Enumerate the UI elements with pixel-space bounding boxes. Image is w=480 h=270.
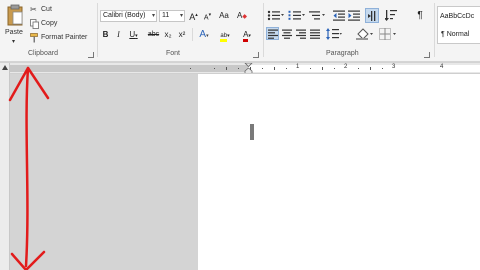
subscript-button[interactable]: x₂ [162, 29, 174, 40]
align-center-icon[interactable] [282, 29, 292, 39]
ruler-tick [250, 67, 251, 70]
format-painter-icon [30, 33, 38, 43]
ribbon: Paste ▾ ✂ Cut Copy Format Painter Clipbo… [0, 0, 480, 62]
change-case-button[interactable]: Aa [216, 10, 232, 21]
strikethrough-icon: abc [147, 31, 160, 38]
cut-label: Cut [41, 6, 52, 13]
ruler-tick [322, 67, 323, 70]
borders-icon[interactable] [379, 28, 397, 40]
red-double-arrow-annotation [8, 66, 50, 270]
arrow-head-bottom [10, 250, 46, 270]
shrink-font-button[interactable]: A▾ [201, 10, 214, 21]
chevron-down-icon: ▾ [179, 13, 183, 19]
clipboard-group: Paste ▾ ✂ Cut Copy Format Painter Clipbo… [0, 0, 98, 61]
text-cursor [250, 124, 254, 140]
decrease-indent-icon[interactable] [333, 10, 345, 21]
style-normal-label: ¶ Normal [441, 31, 470, 38]
ruler-tick [334, 68, 335, 69]
sort-icon[interactable] [385, 9, 398, 22]
ruler-tick [262, 68, 263, 69]
paragraph-group-label: Paragraph [326, 50, 359, 57]
align-right-icon[interactable] [296, 29, 306, 39]
ruler-number: 1 [296, 64, 300, 70]
font-size-select[interactable]: 11 ▾ [159, 10, 185, 22]
font-color-button[interactable]: A▾ [237, 29, 257, 42]
underline-button[interactable]: U▾ [126, 29, 141, 40]
paste-button[interactable]: Paste ▾ [2, 2, 28, 48]
font-group: Calibri (Body) ▾ 11 ▾ A▴ A▾ Aa A◆ B I U▾… [98, 0, 263, 61]
text-effects-button[interactable]: A▾ [196, 29, 212, 40]
bullets-icon[interactable] [267, 10, 284, 21]
strikethrough-button[interactable]: abc [146, 29, 161, 40]
style-normal-button[interactable]: AaBbCcDc ¶ Normal [437, 6, 480, 44]
format-painter-label: Format Painter [41, 34, 88, 41]
ruler-tick [358, 68, 359, 69]
text-direction-button[interactable] [365, 8, 379, 23]
font-name-select[interactable]: Calibri (Body) ▾ [100, 10, 157, 22]
ruler-tick [214, 68, 215, 69]
pilcrow-icon: ¶ [417, 10, 423, 21]
subscript-icon: x₂ [164, 30, 172, 39]
superscript-button[interactable]: x² [176, 29, 188, 40]
font-group-label: Font [166, 50, 181, 57]
copy-label: Copy [41, 20, 58, 27]
separator [434, 3, 435, 57]
format-painter-button[interactable]: Format Painter [30, 33, 96, 43]
font-dialog-launcher-icon[interactable] [253, 52, 259, 58]
copy-button[interactable]: Copy [30, 19, 90, 29]
ruler-tick [370, 67, 371, 70]
document-page[interactable] [198, 74, 480, 270]
align-left-icon [268, 29, 278, 39]
paragraph-dialog-launcher-icon[interactable] [424, 52, 430, 58]
ruler-tick [274, 67, 275, 70]
clear-formatting-button[interactable]: A◆ [235, 10, 249, 21]
font-size-value: 11 [162, 12, 170, 19]
font-name-value: Calibri (Body) [103, 12, 146, 19]
clipboard-dialog-launcher-icon[interactable] [88, 52, 94, 58]
line-spacing-icon[interactable] [326, 28, 342, 40]
ruler-tick [310, 68, 311, 69]
paste-icon [7, 4, 23, 26]
paste-label: Paste [5, 29, 23, 36]
cut-button[interactable]: ✂ Cut [30, 5, 90, 15]
ruler-tick [238, 68, 239, 69]
increase-indent-icon[interactable] [348, 10, 360, 21]
ruler-number: 2 [344, 64, 348, 70]
justify-icon[interactable] [310, 29, 320, 39]
separator [192, 28, 193, 41]
chevron-down-icon[interactable]: ▾ [12, 38, 15, 45]
show-hide-formatting-button[interactable]: ¶ [414, 10, 426, 21]
grow-font-button[interactable]: A▴ [187, 10, 200, 22]
ruler-number: 3 [392, 64, 396, 70]
copy-icon [30, 19, 39, 29]
indent-marker-icon[interactable] [244, 63, 253, 74]
bold-button[interactable]: B [100, 29, 111, 40]
horizontal-ruler[interactable]: 12345 [0, 63, 480, 74]
ruler-tick [190, 68, 191, 69]
style-preview-text: AaBbCcDc [440, 13, 475, 20]
ruler-tick [286, 68, 287, 69]
scissors-icon: ✂ [30, 5, 37, 14]
arrow-head-top [8, 66, 50, 102]
multilevel-list-icon[interactable] [309, 10, 326, 21]
ruler-tick [226, 67, 227, 70]
text-highlight-button[interactable]: ab▾ [215, 29, 235, 42]
bold-icon: B [102, 30, 109, 39]
ruler-tick [382, 68, 383, 69]
ruler-number: 4 [440, 64, 444, 70]
italic-button[interactable]: I [113, 29, 124, 40]
paragraph-group: ¶ Paragraph [264, 0, 434, 61]
chevron-down-icon: ▾ [151, 13, 155, 19]
shading-icon[interactable] [356, 28, 374, 40]
change-case-icon: Aa [219, 11, 229, 20]
numbering-icon[interactable] [288, 10, 305, 21]
superscript-icon: x² [178, 30, 186, 39]
ruler-text-area [248, 65, 480, 72]
italic-icon: I [117, 30, 120, 39]
text-direction-icon [368, 11, 376, 21]
arrow-shaft [24, 66, 30, 268]
clipboard-group-label: Clipboard [28, 50, 58, 57]
align-left-button[interactable] [266, 27, 279, 40]
